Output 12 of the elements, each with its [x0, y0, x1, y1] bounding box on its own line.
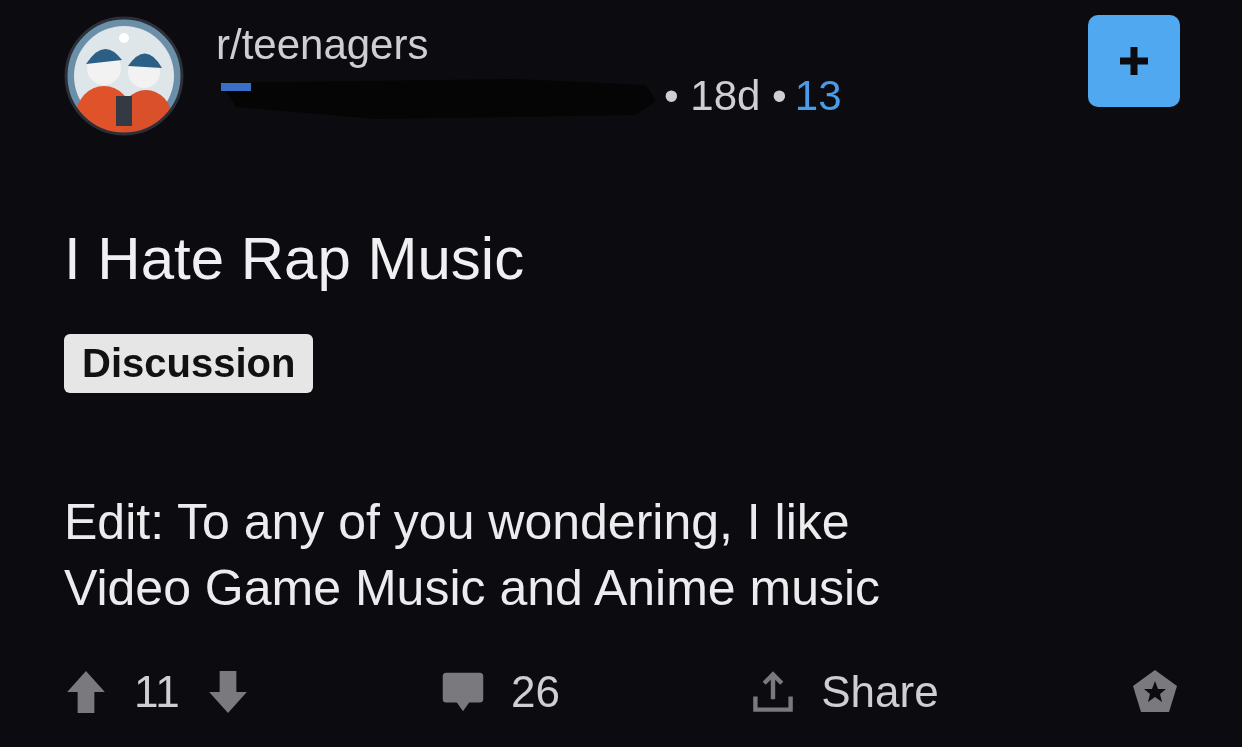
comment-count: 26 [511, 667, 560, 717]
flair-tag: Discussion [64, 334, 314, 393]
award-count: 13 [794, 72, 842, 120]
share-button[interactable]: Share [821, 667, 939, 717]
post-body: Edit: To any of you wondering, I like [64, 493, 851, 552]
upvote-count: 11 [134, 667, 180, 717]
join-button[interactable] [1088, 15, 1180, 107]
share-icon[interactable] [751, 669, 796, 715]
post-age: • 18d • [664, 72, 787, 120]
post-body: Video Game Music and Anime music [64, 559, 882, 618]
subreddit-link[interactable]: r/teenagers [216, 21, 429, 69]
post-title: I Hate Rap Music [64, 224, 526, 294]
